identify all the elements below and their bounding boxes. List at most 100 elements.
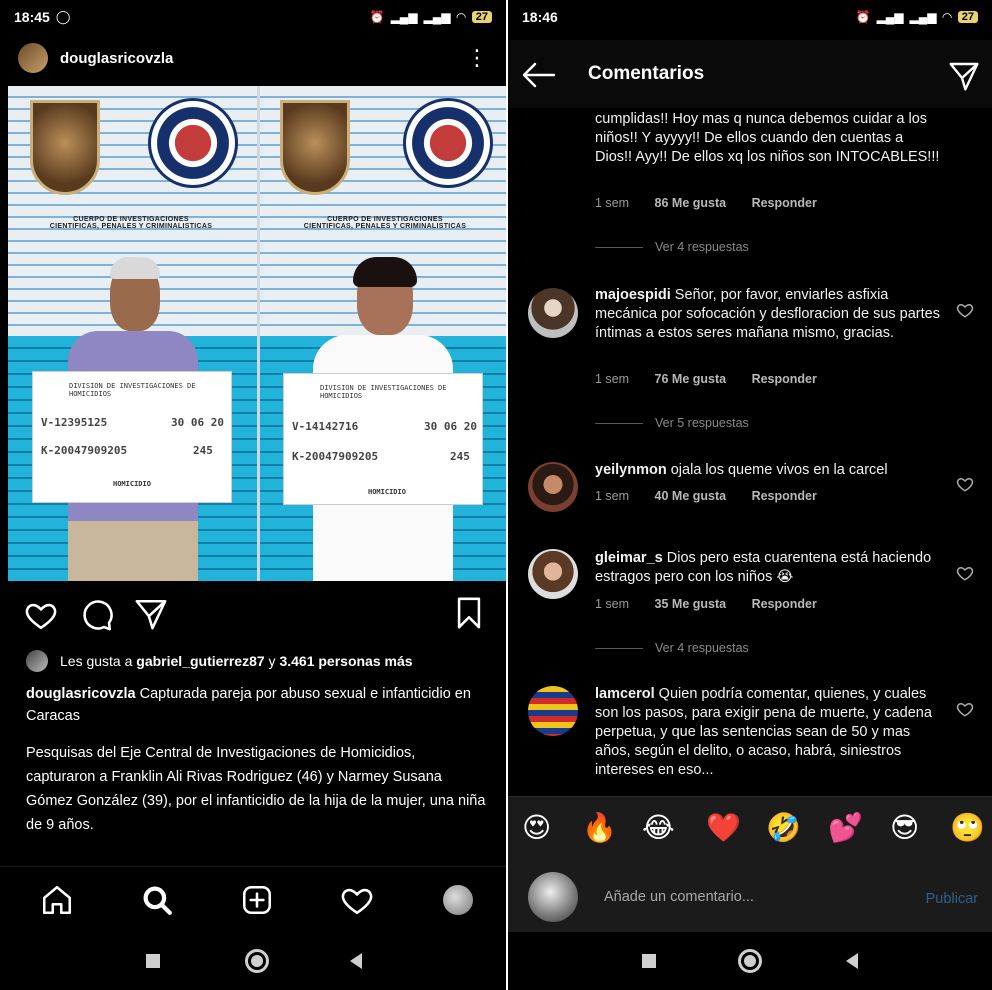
commenter-avatar[interactable] [528,549,578,599]
emoji-heart-eyes[interactable]: 😍 [522,811,551,845]
status-time: 18:46 [522,9,558,25]
post-body-text: Pesquisas del Eje Central de Investigaci… [26,745,486,833]
alarm-icon: ⏰ [855,10,871,24]
post-actions [0,592,506,636]
likes-user[interactable]: gabriel_gutierrez87 [136,653,264,669]
emoji-rofl[interactable]: 🤣 [766,811,801,845]
emoji-red-heart[interactable]: ❤️ [706,811,741,845]
android-nav-bar [508,932,992,990]
status-bar: 18:46 ⏰ ▂▄▆ ▂▄▆ ◠ 27 [508,0,992,34]
likes-row[interactable]: Les gusta a gabriel_gutierrez87 y 3.461 … [26,650,496,672]
emoji-fire[interactable]: 🔥 [582,811,617,845]
comment-meta: 1 sem 86 Me gusta Responder [595,196,839,210]
comment-time: 1 sem [595,597,630,611]
reply-button[interactable]: Responder [752,196,817,210]
comment-likes[interactable]: 35 Me gusta [655,597,727,611]
signal-icon: ▂▄▆ [876,10,904,24]
recents-icon[interactable] [642,954,656,968]
send-icon[interactable] [948,60,980,92]
emoji-joy[interactable]: 😂 [642,811,675,845]
likes-mid: y [264,653,280,669]
post-author-avatar[interactable] [18,43,48,73]
emoji-sunglasses[interactable]: 😎 [890,811,919,845]
photo-divider [257,86,260,581]
heart-icon[interactable] [340,883,374,917]
post-caption: douglasricovzla Capturada pareja por abu… [26,683,484,727]
caption-username[interactable]: douglasricovzla [26,686,136,702]
institution-text: CUERPO DE INVESTIGACIONES CIENTIFICAS, P… [49,216,213,230]
cicpc-round-seal [148,98,238,188]
comment-username[interactable]: majoespidi [595,287,671,303]
comment-time: 1 sem [595,372,630,386]
reply-button[interactable]: Responder [752,372,817,386]
reply-button[interactable]: Responder [752,597,817,611]
comment-text: lamcerol Quien podría comentar, quienes,… [595,686,932,778]
status-time: 18:45 [14,9,50,25]
whatsapp-icon: ◯ [55,9,71,24]
comment-likes[interactable]: 40 Me gusta [655,489,727,503]
cicpc-shield-logo [280,100,350,195]
view-replies-link[interactable]: Ver 4 respuestas [595,641,749,655]
comment-like-heart-icon[interactable] [956,475,974,493]
comment-like-heart-icon[interactable] [956,301,974,319]
view-replies-link[interactable]: Ver 5 respuestas [595,416,749,430]
comment-composer: Añade un comentario... Publicar [508,860,992,934]
comment-likes[interactable]: 86 Me gusta [655,196,727,210]
status-icons: ⏰ ▂▄▆ ▂▄▆ ◠ 27 [370,10,492,24]
comments-screen: 18:46 ⏰ ▂▄▆ ▂▄▆ ◠ 27 Comentarios cumplid… [508,0,992,990]
page-title: Comentarios [588,63,705,84]
cicpc-round-seal [403,98,493,188]
comment-likes[interactable]: 76 Me gusta [655,372,727,386]
comment-like-heart-icon[interactable] [956,564,974,582]
comment-text: gleimar_s Dios pero esta cuarentena está… [595,550,932,585]
more-options-icon[interactable]: ⋮ [466,45,488,71]
send-icon[interactable] [134,597,168,631]
publish-button[interactable]: Publicar [926,891,978,907]
search-icon[interactable] [140,883,174,917]
signal-icon: ▂▄▆ [390,10,418,24]
comment-input[interactable]: Añade un comentario... [604,889,754,905]
likes-count[interactable]: 3.461 personas más [279,653,412,669]
reply-button[interactable]: Responder [752,489,817,503]
commenter-avatar[interactable] [528,686,578,736]
comment-username[interactable]: gleimar_s [595,550,663,566]
post-username[interactable]: douglasricovzla [60,50,173,67]
back-icon[interactable] [350,953,362,969]
view-replies-link[interactable]: Ver 4 respuestas [595,240,749,254]
home-button-icon[interactable] [245,949,269,973]
commenter-avatar[interactable] [528,288,578,338]
home-button-icon[interactable] [738,949,762,973]
comment-username[interactable]: yeilynmon [595,462,667,478]
heart-icon[interactable] [24,598,58,632]
signal-icon-2: ▂▄▆ [909,10,937,24]
add-icon[interactable] [240,883,274,917]
profile-avatar[interactable] [443,885,473,915]
bookmark-icon[interactable] [452,596,486,630]
emoji-eye-roll[interactable]: 🙄 [950,811,985,845]
institution-text: CUERPO DE INVESTIGACIONES CIENTIFICAS, P… [303,216,467,230]
post-image[interactable]: CUERPO DE INVESTIGACIONES CIENTIFICAS, P… [8,86,506,581]
commenter-avatar[interactable] [528,462,578,512]
likes-prefix: Les gusta a [60,653,137,669]
post-screen: 18:45 ◯ ⏰ ▂▄▆ ▂▄▆ ◠ 27 douglasricovzla ⋮… [0,0,506,990]
alarm-icon: ⏰ [369,10,385,24]
comment-icon[interactable] [80,598,114,632]
back-icon[interactable] [846,953,858,969]
comment-meta: 1 sem 35 Me gusta Responder [595,597,839,611]
post-header: douglasricovzla ⋮ [0,36,506,80]
status-bar: 18:45 ◯ ⏰ ▂▄▆ ▂▄▆ ◠ 27 [0,0,506,34]
wifi-icon: ◠ [942,10,952,24]
status-icons: ⏰ ▂▄▆ ▂▄▆ ◠ 27 [856,10,978,24]
back-arrow-icon[interactable] [520,60,556,90]
battery-icon: 27 [957,11,978,23]
home-icon[interactable] [40,883,74,917]
liker-avatar [26,650,48,672]
emoji-two-hearts[interactable]: 💕 [828,811,863,845]
comment-username[interactable]: lamcerol [595,686,655,702]
current-user-avatar [528,872,578,922]
android-nav-bar [0,932,506,990]
comment-text: majoespidi Señor, por favor, enviarles a… [595,287,940,341]
comment-like-heart-icon[interactable] [956,700,974,718]
recents-icon[interactable] [146,954,160,968]
battery-icon: 27 [471,11,492,23]
